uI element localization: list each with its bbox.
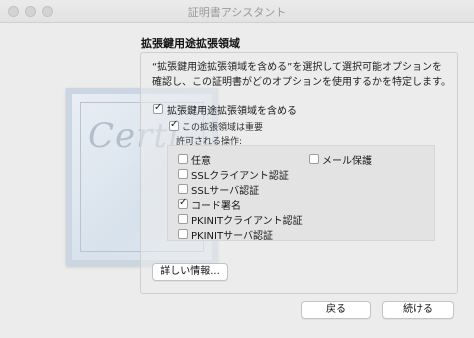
checkmark-icon: ✓ <box>170 119 179 130</box>
title-bar: 証明書アシスタント <box>0 0 474 23</box>
option-code-signing-checkbox[interactable]: ✓ <box>178 197 188 209</box>
option-code-signing-label: コード署名 <box>191 201 241 212</box>
option-ssl-client-label: SSLクライアント認証 <box>191 171 289 182</box>
option-pkinit-client-checkbox[interactable] <box>178 214 188 224</box>
option-ssl-client-checkbox[interactable] <box>178 169 188 179</box>
option-email-protection-checkbox[interactable] <box>309 154 319 164</box>
continue-button[interactable]: 続ける <box>382 301 454 319</box>
back-button[interactable]: 戻る <box>301 301 371 319</box>
window-title: 証明書アシスタント <box>187 6 287 19</box>
critical-extension-label: この拡張領域は重要 <box>182 123 264 133</box>
option-ssl-server-checkbox[interactable] <box>178 184 188 194</box>
section-title: 拡張鍵用途拡張領域 <box>141 37 240 50</box>
option-pkinit-server-label: PKINITサーバ認証 <box>191 231 273 242</box>
description-text: “拡張鍵用途拡張領域を含める”を選択して選択可能オプションを確認し、この証明書が… <box>152 62 451 88</box>
option-ssl-server-label: SSLサーバ認証 <box>191 186 260 197</box>
option-pkinit-server-checkbox[interactable] <box>178 229 188 239</box>
more-info-button[interactable]: 詳しい情報... <box>152 263 228 281</box>
option-pkinit-client-label: PKINITクライアント認証 <box>191 216 303 227</box>
checkmark-icon: ✓ <box>154 102 163 113</box>
include-extension-checkbox[interactable]: ✓ <box>153 102 163 114</box>
option-email-protection-label: メール保護 <box>322 156 372 167</box>
option-any-label: 任意 <box>191 156 211 167</box>
option-any-checkbox[interactable] <box>178 154 188 164</box>
critical-extension-checkbox[interactable]: ✓ <box>169 119 179 131</box>
include-extension-label: 拡張鍵用途拡張領域を含める <box>167 106 297 117</box>
checkmark-icon: ✓ <box>179 197 188 208</box>
